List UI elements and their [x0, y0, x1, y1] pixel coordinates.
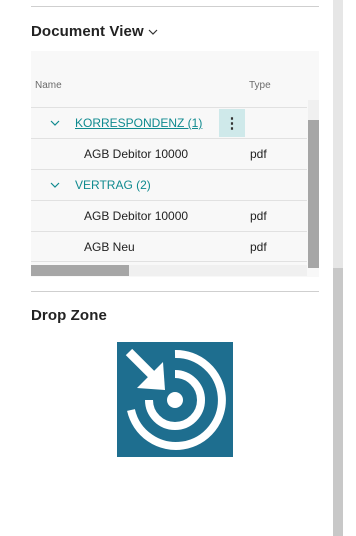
- chevron-down-icon[interactable]: [147, 26, 159, 38]
- drop-target-icon[interactable]: [117, 342, 233, 457]
- more-vertical-icon: ⋮: [224, 115, 240, 132]
- document-view-header[interactable]: Document View: [31, 23, 159, 40]
- document-type: pdf: [250, 147, 267, 161]
- table-row[interactable]: AGB Debitor 10000 pdf: [31, 138, 307, 169]
- document-name[interactable]: AGB Neu: [84, 240, 135, 254]
- page-scrollbar-thumb[interactable]: [333, 268, 343, 536]
- group-label-korrespondenz[interactable]: KORRESPONDENZ (1): [75, 116, 202, 130]
- document-name[interactable]: AGB Debitor 10000: [84, 209, 188, 223]
- table-row[interactable]: AGB Debitor 10000 pdf: [31, 200, 307, 231]
- chevron-down-icon[interactable]: [49, 179, 61, 191]
- drop-zone-title: Drop Zone: [31, 307, 107, 324]
- column-header-type[interactable]: Type: [249, 80, 271, 91]
- document-view-title: Document View: [31, 23, 144, 40]
- chevron-down-icon[interactable]: [49, 117, 61, 129]
- group-row[interactable]: VERTRAG (2): [31, 169, 307, 200]
- grid-header: Name Type: [31, 51, 307, 107]
- section-divider: [31, 291, 319, 292]
- table-row[interactable]: AGB Neu pdf: [31, 231, 307, 262]
- grid-body: KORRESPONDENZ (1) ⋮ AGB Debitor 10000 pd…: [31, 107, 307, 262]
- group-label-vertrag[interactable]: VERTRAG (2): [75, 178, 151, 192]
- grid-horizontal-scrollbar-thumb[interactable]: [31, 265, 129, 276]
- document-type: pdf: [250, 209, 267, 223]
- grid-vertical-scrollbar-thumb[interactable]: [308, 120, 319, 268]
- document-name[interactable]: AGB Debitor 10000: [84, 147, 188, 161]
- document-type: pdf: [250, 240, 267, 254]
- top-divider: [31, 6, 319, 7]
- group-row[interactable]: KORRESPONDENZ (1) ⋮: [31, 107, 307, 138]
- row-actions-button[interactable]: ⋮: [219, 109, 245, 137]
- column-header-name[interactable]: Name: [35, 80, 62, 91]
- document-grid: Name Type KORRESPONDENZ (1) ⋮ AGB Debito…: [31, 51, 319, 277]
